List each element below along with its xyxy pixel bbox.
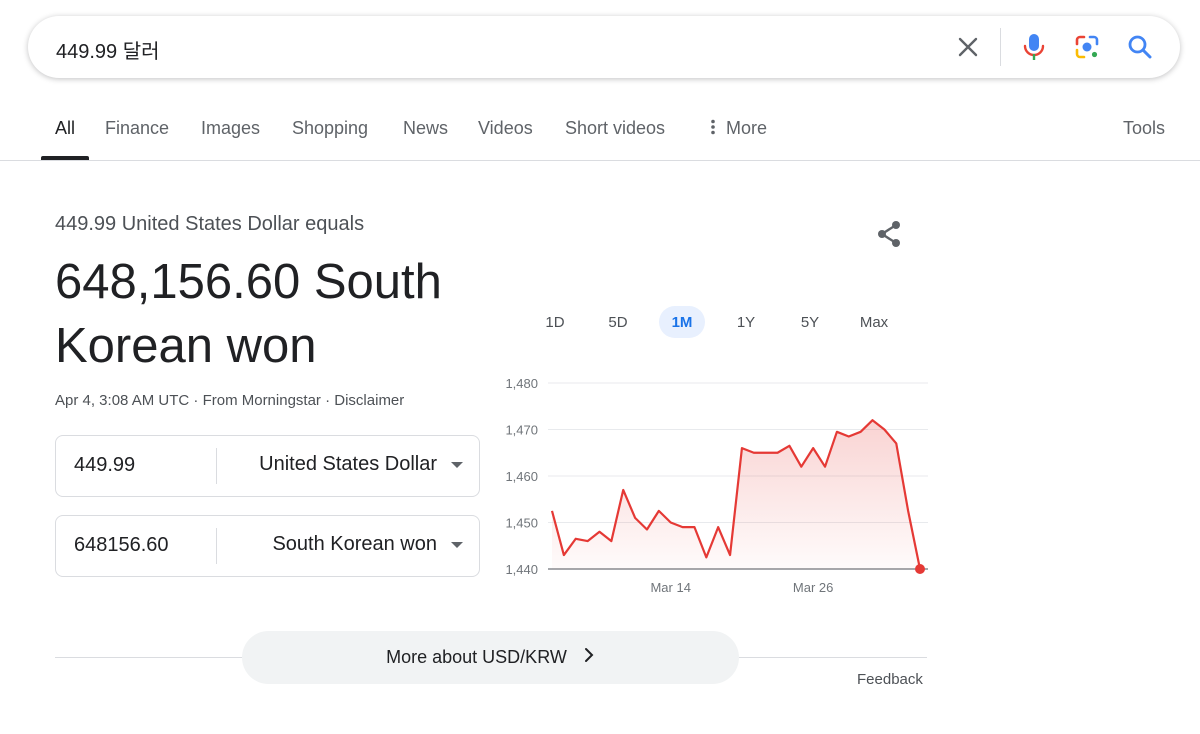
conversion-result: 648,156.60 South Korean won [55, 255, 442, 373]
y-tick-label: 1,460 [505, 469, 538, 484]
tab-more[interactable]: More [708, 118, 767, 139]
tab-shopping[interactable]: Shopping [292, 118, 368, 139]
tab-news[interactable]: News [403, 118, 448, 139]
conversion-subtitle: 449.99 United States Dollar equals [55, 213, 365, 235]
more-vert-icon [711, 119, 715, 135]
meta-separator: · [193, 392, 199, 409]
feedback-link[interactable]: Feedback [857, 671, 923, 688]
range-5d[interactable]: 5D [595, 306, 641, 338]
y-tick-label: 1,470 [505, 423, 538, 438]
result-meta: Apr 4, 3:08 AM UTC · From Morningstar · … [55, 392, 404, 409]
y-tick-label: 1,450 [505, 516, 538, 531]
tab-short-videos[interactable]: Short videos [565, 118, 665, 139]
search-divider [1000, 28, 1001, 66]
exchange-rate-chart[interactable]: 1,440 1,450 1,460 1,470 1,480 Mar 14 Mar 26 [490, 370, 930, 605]
share-icon[interactable] [874, 218, 906, 250]
range-5y[interactable]: 5Y [787, 306, 833, 338]
source: From Morningstar [202, 392, 321, 409]
x-tick-label: Mar 26 [793, 580, 833, 595]
dropdown-arrow-icon[interactable] [451, 542, 463, 548]
tab-videos[interactable]: Videos [478, 118, 533, 139]
clear-icon[interactable] [950, 29, 986, 65]
search-icon[interactable] [1122, 29, 1158, 65]
y-tick-label: 1,480 [505, 376, 538, 391]
dropdown-arrow-icon[interactable] [451, 462, 463, 468]
tab-all[interactable]: All [55, 118, 75, 139]
meta-separator: · [325, 392, 331, 409]
x-tick-label: Mar 14 [650, 580, 690, 595]
disclaimer-link[interactable]: Disclaimer [334, 392, 404, 409]
camera-lens-icon[interactable] [1069, 29, 1105, 65]
more-about-button[interactable]: More about USD/KRW [242, 631, 739, 684]
microphone-icon[interactable] [1016, 29, 1052, 65]
range-max[interactable]: Max [851, 306, 897, 338]
more-about-label: More about USD/KRW [386, 647, 567, 667]
from-currency-select[interactable]: United States Dollar [259, 453, 437, 476]
range-1y[interactable]: 1Y [723, 306, 769, 338]
range-1d[interactable]: 1D [532, 306, 578, 338]
to-currency-select[interactable]: South Korean won [272, 533, 437, 556]
to-currency-row: 648156.60 South Korean won [55, 515, 480, 577]
tab-finance[interactable]: Finance [105, 118, 169, 139]
field-divider [216, 448, 217, 484]
current-point [915, 564, 925, 574]
tab-images[interactable]: Images [201, 118, 260, 139]
to-amount-input[interactable]: 648156.60 [74, 534, 169, 557]
field-divider [216, 528, 217, 564]
range-1m[interactable]: 1M [659, 306, 705, 338]
from-currency-row: 449.99 United States Dollar [55, 435, 480, 497]
tab-more-label: More [726, 118, 768, 138]
chevron-right-icon [583, 647, 595, 668]
active-tab-indicator [41, 156, 89, 160]
timestamp: Apr 4, 3:08 AM UTC [55, 392, 190, 409]
search-bar[interactable]: 449.99 달러 [28, 16, 1180, 78]
y-tick-label: 1,440 [505, 562, 538, 577]
from-amount-input[interactable]: 449.99 [74, 454, 135, 477]
search-tabs: All Finance Images Shopping News Videos … [0, 104, 1200, 161]
search-input[interactable]: 449.99 달러 [56, 35, 160, 64]
tools-button[interactable]: Tools [1123, 118, 1165, 139]
